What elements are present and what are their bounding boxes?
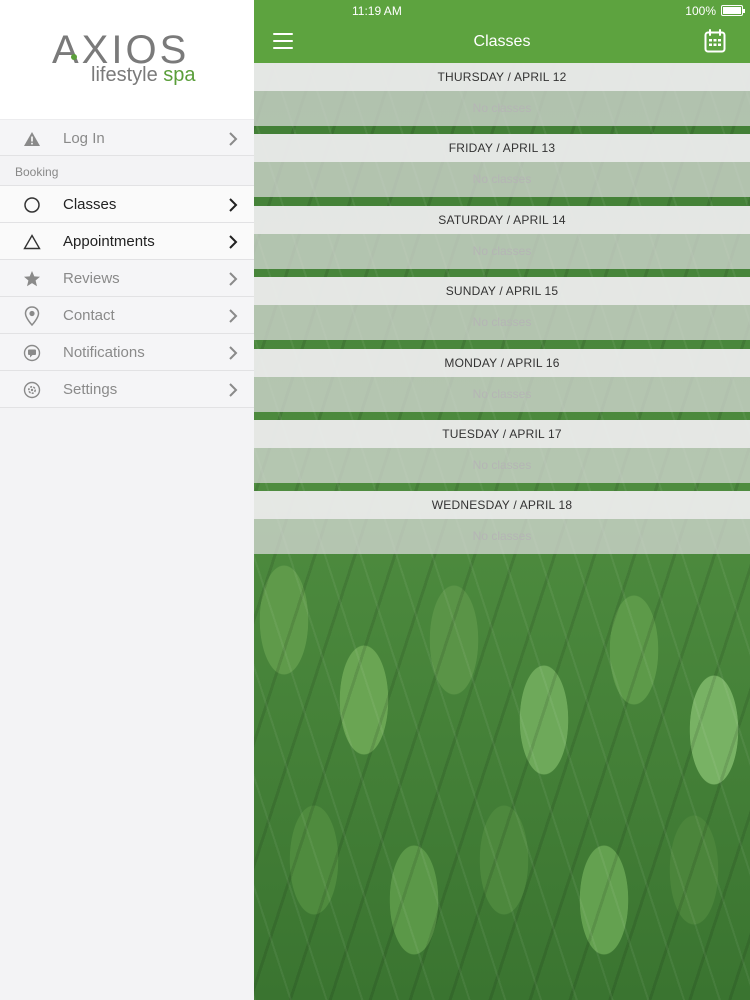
no-classes-message: No classes xyxy=(254,91,750,126)
day-header: TUESDAY / APRIL 17 xyxy=(254,419,750,448)
sidebar-item-contact[interactable]: Contact xyxy=(0,297,254,334)
navigation-bar: Classes xyxy=(254,20,750,63)
chevron-right-icon xyxy=(229,309,238,323)
warning-icon xyxy=(22,129,42,149)
logo-dot xyxy=(71,54,77,60)
chevron-right-icon xyxy=(229,235,238,249)
day-header: WEDNESDAY / APRIL 18 xyxy=(254,491,750,520)
day-section: FRIDAY / APRIL 13 No classes xyxy=(254,134,750,205)
day-header: FRIDAY / APRIL 13 xyxy=(254,134,750,163)
triangle-icon xyxy=(22,232,42,252)
logo-subtitle: lifestyle spa xyxy=(91,64,196,87)
chevron-right-icon xyxy=(229,383,238,397)
sidebar: AXIOS lifestyle spa Log In Booking Class… xyxy=(0,0,254,1000)
chevron-right-icon xyxy=(229,346,238,360)
section-header-booking: Booking xyxy=(0,156,254,186)
no-classes-message: No classes xyxy=(254,376,750,412)
day-section: THURSDAY / APRIL 12 No classes xyxy=(254,63,750,134)
day-section: SATURDAY / APRIL 14 No classes xyxy=(254,205,750,277)
sidebar-item-classes[interactable]: Classes xyxy=(0,186,254,223)
chevron-right-icon xyxy=(229,132,238,146)
sidebar-item-label: Settings xyxy=(63,381,118,398)
sidebar-item-appointments[interactable]: Appointments xyxy=(0,223,254,260)
sidebar-item-label: Classes xyxy=(63,196,117,213)
sidebar-item-reviews[interactable]: Reviews xyxy=(0,260,254,297)
day-header: MONDAY / APRIL 16 xyxy=(254,348,750,377)
day-header: THURSDAY / APRIL 12 xyxy=(254,63,750,91)
star-icon xyxy=(22,269,42,289)
logo: AXIOS lifestyle spa xyxy=(0,0,254,119)
classes-day-list: THURSDAY / APRIL 12 No classes FRIDAY / … xyxy=(254,63,750,563)
day-header: SATURDAY / APRIL 14 xyxy=(254,205,750,234)
gear-icon xyxy=(22,380,42,400)
status-bar: 11:19 AM 100% xyxy=(254,0,750,20)
no-classes-message: No classes xyxy=(254,162,750,198)
sidebar-item-notifications[interactable]: Notifications xyxy=(0,334,254,371)
day-section: WEDNESDAY / APRIL 18 No classes xyxy=(254,491,750,562)
chat-bubble-icon xyxy=(22,343,42,363)
logo-subtitle-main: lifestyle xyxy=(91,64,164,86)
battery-icon xyxy=(721,5,745,16)
section-header-label: Booking xyxy=(15,165,59,179)
status-time: 11:19 AM xyxy=(352,4,402,18)
calendar-icon[interactable] xyxy=(704,29,726,53)
sidebar-item-settings[interactable]: Settings xyxy=(0,371,254,408)
battery-percentage: 100% xyxy=(685,4,716,18)
circle-icon xyxy=(22,195,42,215)
day-section: SUNDAY / APRIL 15 No classes xyxy=(254,277,750,348)
no-classes-message: No classes xyxy=(254,233,750,269)
day-section: TUESDAY / APRIL 17 No classes xyxy=(254,419,750,491)
sidebar-item-label: Notifications xyxy=(63,344,145,361)
chevron-right-icon xyxy=(229,198,238,212)
day-section: MONDAY / APRIL 16 No classes xyxy=(254,348,750,420)
chevron-right-icon xyxy=(229,272,238,286)
no-classes-message: No classes xyxy=(254,447,750,483)
day-header: SUNDAY / APRIL 15 xyxy=(254,277,750,306)
sidebar-item-label: Contact xyxy=(63,307,115,324)
logo-subtitle-accent: spa xyxy=(163,64,196,86)
no-classes-message: No classes xyxy=(254,519,750,555)
no-classes-message: No classes xyxy=(254,305,750,341)
sidebar-item-label: Appointments xyxy=(63,233,155,250)
sidebar-item-label: Log In xyxy=(63,130,105,147)
main-panel: 11:19 AM 100% Classes THURSDAY / APRIL 1… xyxy=(254,0,750,1000)
page-title: Classes xyxy=(473,33,531,50)
sidebar-item-label: Reviews xyxy=(63,270,120,287)
sidebar-item-login[interactable]: Log In xyxy=(0,119,254,156)
location-pin-icon xyxy=(22,306,42,326)
